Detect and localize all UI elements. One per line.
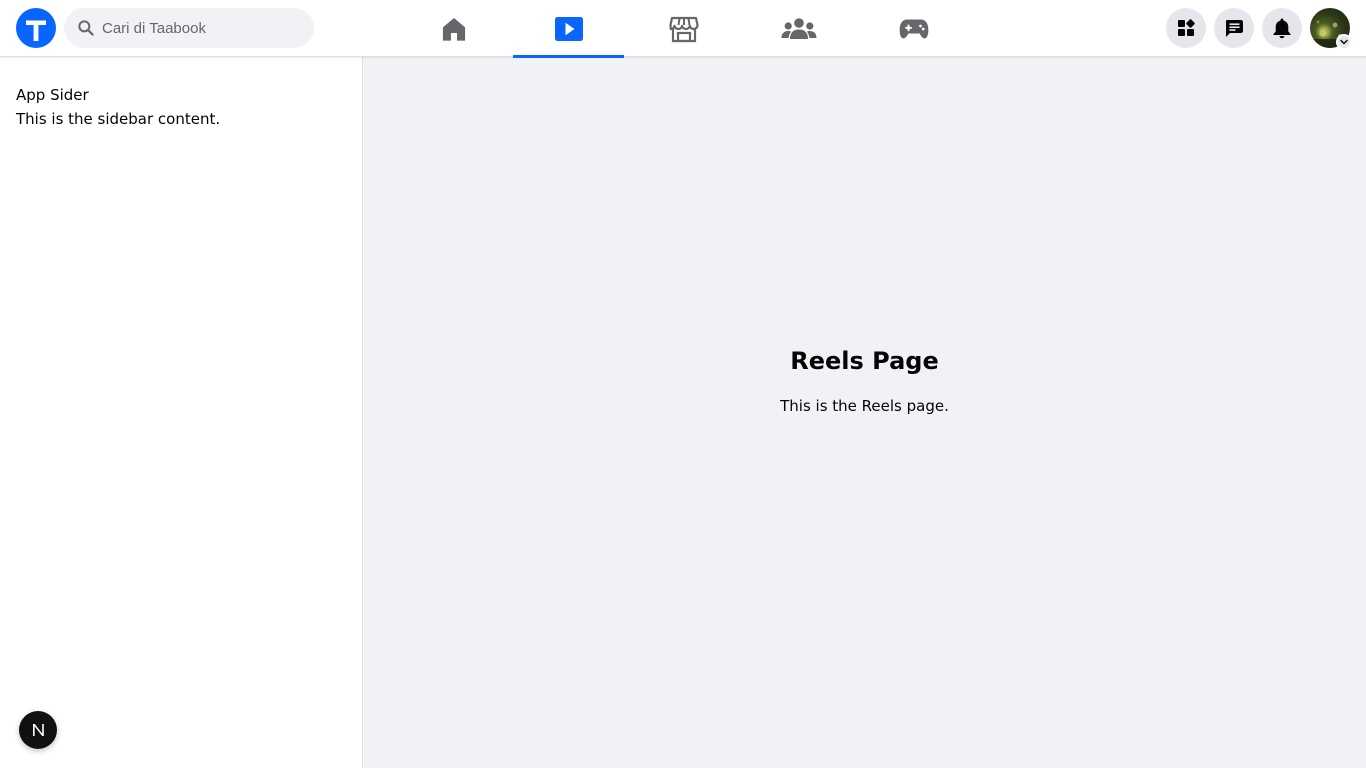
chevron-down-icon <box>1340 39 1348 45</box>
tab-marketplace[interactable] <box>628 0 739 57</box>
search-input[interactable] <box>102 19 302 37</box>
bell-icon <box>1273 18 1291 39</box>
sidebar-title: App Sider <box>16 86 89 104</box>
main-content: Reels Page This is the Reels page. <box>363 57 1366 768</box>
apps-grid-icon <box>1178 19 1195 36</box>
tab-gaming[interactable] <box>858 0 969 57</box>
account-dropdown-button[interactable] <box>1336 34 1352 50</box>
tab-reels[interactable] <box>513 0 624 58</box>
home-icon <box>442 17 465 41</box>
messenger-button[interactable] <box>1214 8 1254 48</box>
store-icon <box>668 16 699 42</box>
menu-button[interactable] <box>1166 8 1206 48</box>
app-sidebar: App Sider This is the sidebar content. <box>0 57 363 768</box>
search-icon <box>78 20 94 36</box>
page-description: This is the Reels page. <box>780 397 949 415</box>
tab-groups[interactable] <box>743 0 854 57</box>
notifications-button[interactable] <box>1262 8 1302 48</box>
gamepad-icon <box>899 19 928 38</box>
taabook-logo-icon[interactable] <box>16 8 56 48</box>
logo-letter-t <box>26 20 46 41</box>
next-dev-indicator-icon <box>33 724 44 736</box>
page-title: Reels Page <box>790 347 939 375</box>
chat-icon <box>1226 20 1243 37</box>
video-play-icon <box>554 16 583 41</box>
top-navigation-bar <box>0 0 1366 58</box>
groups-icon <box>781 17 816 39</box>
sidebar-text: This is the sidebar content. <box>16 110 221 128</box>
next-dev-indicator-button[interactable] <box>19 711 57 749</box>
search-bar[interactable] <box>64 8 314 48</box>
tab-home[interactable] <box>398 0 509 57</box>
